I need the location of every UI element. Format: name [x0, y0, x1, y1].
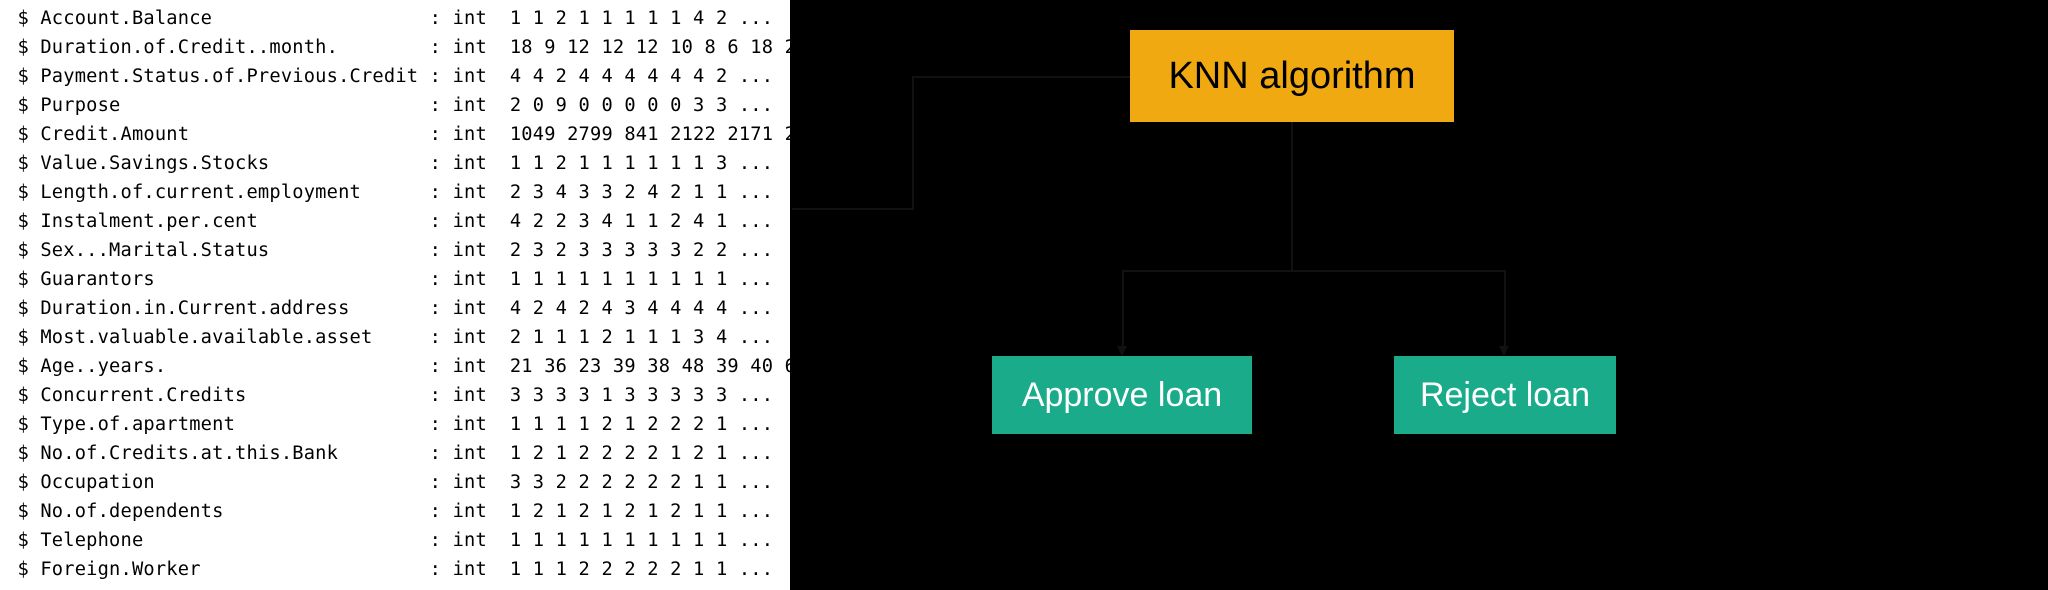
- edge-input-to-knn-h2: [912, 76, 1130, 78]
- console-output: $ Account.Balance : int 1 1 2 1 1 1 1 1 …: [0, 0, 790, 590]
- edge-to-reject: [1504, 270, 1506, 350]
- edge-input-to-knn-v: [912, 76, 914, 210]
- box-knn-root: KNN algorithm: [1130, 30, 1454, 122]
- edge-input-to-knn-h1: [792, 208, 914, 210]
- arrowhead-reject: [1499, 346, 1509, 356]
- edge-knn-stem: [1291, 122, 1293, 272]
- edge-split-bar: [1122, 270, 1504, 272]
- box-approve-loan: Approve loan: [992, 356, 1252, 434]
- box-reject-label: Reject loan: [1420, 376, 1590, 415]
- box-reject-loan: Reject loan: [1394, 356, 1616, 434]
- edge-to-approve: [1122, 270, 1124, 350]
- box-knn-label: KNN algorithm: [1168, 55, 1415, 98]
- box-approve-label: Approve loan: [1022, 376, 1222, 415]
- arrowhead-approve: [1117, 346, 1127, 356]
- canvas: $ Account.Balance : int 1 1 2 1 1 1 1 1 …: [0, 0, 2048, 590]
